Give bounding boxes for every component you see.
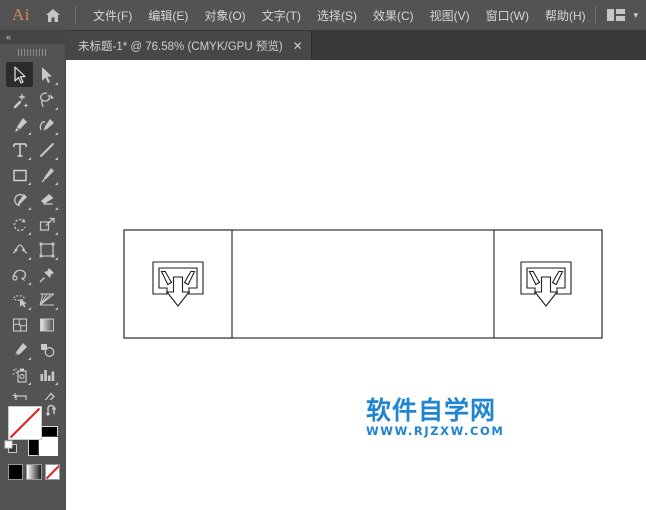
type-tool[interactable] [6, 137, 33, 162]
width-tool[interactable] [6, 237, 33, 262]
line-segment-tool[interactable] [33, 137, 60, 162]
tool-group-indicator [55, 257, 58, 260]
workspace-switcher[interactable]: ▾ [586, 0, 640, 30]
grip-dots-icon [17, 48, 48, 56]
watermark-url: WWW.RJZXW.COM [366, 424, 505, 438]
tool-group-indicator [55, 207, 58, 210]
scale-tool[interactable] [33, 212, 60, 237]
shaper-tool[interactable] [6, 187, 33, 212]
color-mode-solid[interactable] [8, 464, 24, 480]
color-mode-gradient[interactable] [26, 464, 42, 480]
rectangle-tool[interactable] [6, 162, 33, 187]
rotate-tool[interactable] [6, 212, 33, 237]
tool-group-indicator [28, 307, 31, 310]
tool-group-indicator [55, 382, 58, 385]
tool-group-indicator [28, 382, 31, 385]
menu-item-list: 文件(F) 编辑(E) 对象(O) 文字(T) 选择(S) 效果(C) 视图(V… [85, 0, 594, 30]
watermark: 软件自学网 WWW.RJZXW.COM [366, 398, 536, 438]
tool-group-indicator [28, 232, 31, 235]
tool-group-indicator [28, 207, 31, 210]
menu-item-object[interactable]: 对象(O) [196, 0, 253, 30]
color-mode-buttons [8, 464, 60, 480]
pen-tool[interactable] [6, 112, 33, 137]
app-logo: Ai [12, 5, 30, 24]
perspective-selection-tool[interactable] [6, 287, 33, 312]
tools-panel-drag-handle[interactable] [0, 44, 65, 60]
tool-group-indicator [28, 132, 31, 135]
tool-group-indicator [55, 307, 58, 310]
document-tab-bar: 未标题-1* @ 76.58% (CMYK/GPU 预览) ✕ [66, 30, 646, 60]
default-fill-stroke-icon[interactable] [4, 440, 19, 460]
tool-group-indicator [55, 157, 58, 160]
lasso-tool[interactable] [33, 87, 60, 112]
menu-bar: Ai 文件(F) 编辑(E) 对象(O) 文字(T) 选择(S) 效果(C) 视… [0, 0, 646, 30]
color-controls [0, 400, 66, 510]
paintbrush-tool[interactable] [33, 162, 60, 187]
tool-grid [0, 60, 66, 437]
document-tab[interactable]: 未标题-1* @ 76.58% (CMYK/GPU 预览) ✕ [66, 31, 312, 60]
illustrator-window: Ai 文件(F) 编辑(E) 对象(O) 文字(T) 选择(S) 效果(C) 视… [0, 0, 646, 510]
tool-group-indicator [55, 107, 58, 110]
tool-group-indicator [28, 182, 31, 185]
home-icon[interactable] [40, 2, 66, 28]
menu-item-select[interactable]: 选择(S) [309, 0, 365, 30]
fill-stroke-group [0, 400, 66, 480]
tool-group-indicator [28, 257, 31, 260]
pin-tool[interactable] [33, 262, 60, 287]
gradient-tool[interactable] [33, 312, 60, 337]
symbol-sprayer-tool[interactable] [6, 362, 33, 387]
workspace-layout-icon[interactable] [605, 4, 627, 26]
menu-item-help[interactable]: 帮助(H) [537, 0, 594, 30]
chevron-down-icon[interactable]: ▾ [633, 10, 638, 20]
tool-group-indicator [55, 132, 58, 135]
eraser-tool[interactable] [33, 187, 60, 212]
eyedropper-tool[interactable] [6, 337, 33, 362]
tool-group-indicator [55, 182, 58, 185]
menu-item-file[interactable]: 文件(F) [85, 0, 140, 30]
column-graph-tool[interactable] [33, 362, 60, 387]
tool-group-indicator [28, 282, 31, 285]
artwork[interactable] [66, 60, 646, 510]
menu-item-view[interactable]: 视图(V) [422, 0, 478, 30]
blend-tool[interactable] [33, 337, 60, 362]
direct-selection-tool[interactable] [33, 62, 60, 87]
free-transform-tool[interactable] [33, 237, 60, 262]
tool-group-indicator [28, 357, 31, 360]
menu-item-type[interactable]: 文字(T) [254, 0, 309, 30]
swap-fill-stroke-icon[interactable] [45, 404, 60, 423]
curvature-tool[interactable] [33, 112, 60, 137]
tool-group-indicator [55, 82, 58, 85]
magic-wand-tool[interactable] [6, 87, 33, 112]
document-tab-label: 未标题-1* @ 76.58% (CMYK/GPU 预览) [78, 40, 283, 53]
mesh-tool[interactable] [6, 312, 33, 337]
watermark-title: 软件自学网 [366, 396, 497, 425]
menu-item-edit[interactable]: 编辑(E) [140, 0, 196, 30]
workspace-divider [595, 6, 597, 24]
tool-group-indicator [28, 157, 31, 160]
menu-item-window[interactable]: 窗口(W) [478, 0, 537, 30]
selection-tool[interactable] [6, 62, 33, 87]
canvas-area[interactable] [66, 60, 646, 510]
tools-panel-header[interactable]: « [0, 30, 65, 44]
close-icon[interactable]: ✕ [293, 40, 303, 52]
perspective-grid-tool[interactable] [33, 287, 60, 312]
menu-item-effect[interactable]: 效果(C) [365, 0, 422, 30]
none-indicator-icon [9, 407, 41, 439]
fill-swatch[interactable] [8, 406, 42, 440]
color-mode-none[interactable] [44, 464, 60, 480]
menu-divider [75, 6, 76, 24]
collapse-panel-icon[interactable]: « [6, 32, 11, 42]
tool-group-indicator [55, 232, 58, 235]
shape-builder-tool[interactable] [6, 262, 33, 287]
